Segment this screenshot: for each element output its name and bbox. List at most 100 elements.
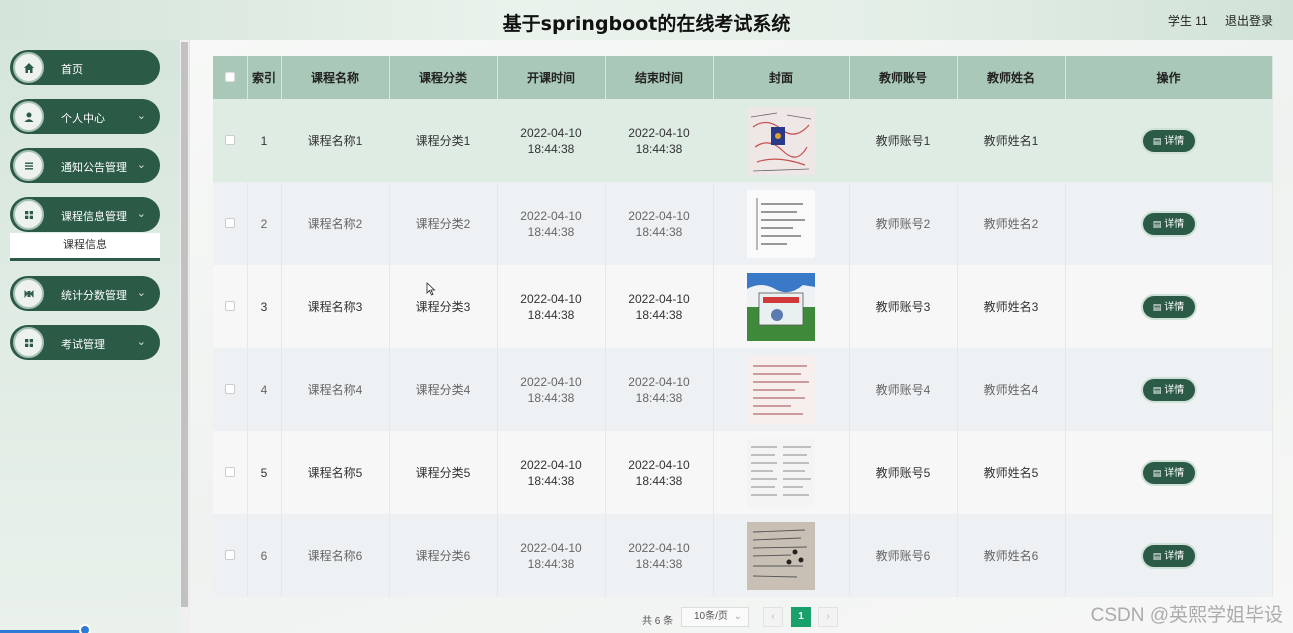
cover-image — [747, 521, 815, 590]
column-header-account[interactable]: 教师账号 — [849, 56, 958, 99]
row-checkbox[interactable] — [224, 466, 235, 477]
detail-button[interactable]: ▤ 详情 — [1142, 544, 1195, 567]
column-header-action: 操作 — [1065, 56, 1273, 99]
row-checkbox[interactable] — [224, 300, 235, 311]
sidebar-scrollbar[interactable] — [180, 40, 189, 633]
cell-index: 4 — [247, 348, 282, 431]
sidebar-item-label: 统计分数管理 — [61, 290, 127, 302]
cell-teacher: 教师姓名2 — [957, 182, 1066, 265]
column-header-end[interactable]: 结束时间 — [605, 56, 714, 99]
cover-image — [747, 438, 815, 507]
table-row[interactable]: 3 课程名称3 课程分类3 2022-04-10 18:44:38 2022-0… — [213, 265, 1273, 348]
top-bar: 基于springboot的在线考试系统 学生 11 退出登录 — [0, 0, 1293, 40]
column-header-category[interactable]: 课程分类 — [389, 56, 498, 99]
row-checkbox[interactable] — [224, 383, 235, 394]
cell-index: 5 — [247, 431, 282, 514]
select-all-cell[interactable] — [213, 56, 248, 99]
scrollbar-thumb[interactable] — [181, 42, 188, 607]
cell-cover — [713, 348, 850, 431]
mouse-cursor-icon — [426, 282, 436, 296]
home-icon — [13, 52, 44, 83]
sidebar-item-home[interactable]: 首页 — [10, 50, 160, 85]
page-number-current[interactable]: 1 — [791, 607, 811, 627]
sidebar-item-label: 通知公告管理 — [61, 162, 127, 174]
logout-link[interactable]: 退出登录 — [1225, 14, 1273, 28]
sidebar-item-label: 考试管理 — [61, 339, 105, 351]
detail-button[interactable]: ▤ 详情 — [1142, 378, 1195, 401]
cell-action: ▤ 详情 — [1065, 265, 1273, 348]
cell-category: 课程分类5 — [389, 431, 498, 514]
cell-end: 2022-04-10 18:44:38 — [605, 348, 714, 431]
cell-account: 教师账号2 — [849, 182, 958, 265]
table-row[interactable]: 2 课程名称2 课程分类2 2022-04-10 18:44:38 2022-0… — [213, 182, 1273, 265]
sidebar-item-notice[interactable]: 通知公告管理 ⌄ — [10, 148, 160, 183]
app-title: 基于springboot的在线考试系统 — [502, 13, 791, 35]
detail-button[interactable]: ▤ 详情 — [1142, 461, 1195, 484]
cell-category: 课程分类1 — [389, 99, 498, 182]
row-checkbox[interactable] — [224, 217, 235, 228]
cell-start: 2022-04-10 18:44:38 — [497, 265, 606, 348]
main-content: 索引 课程名称 课程分类 开课时间 结束时间 封面 教师账号 教师姓名 操作 1… — [190, 40, 1293, 633]
chevron-down-icon: ⌄ — [136, 208, 146, 220]
submenu-item-course-info[interactable]: 课程信息 — [10, 233, 160, 261]
cell-cover — [713, 265, 850, 348]
detail-button-label: 详情 — [1164, 218, 1185, 230]
detail-button-label: 详情 — [1164, 467, 1185, 479]
detail-button[interactable]: ▤ 详情 — [1142, 295, 1195, 318]
cell-cover — [713, 99, 850, 182]
sidebar-item-exam[interactable]: 考试管理 ⌄ — [10, 325, 160, 360]
list-icon — [13, 150, 44, 181]
document-icon: ▤ — [1152, 550, 1162, 561]
sidebar-progress-handle[interactable] — [79, 624, 91, 633]
chevron-down-icon: ⌄ — [136, 110, 146, 122]
document-icon: ▤ — [1152, 467, 1162, 478]
watermark-text: CSDN @英熙学姐毕设 — [1090, 605, 1283, 626]
table-row[interactable]: 1 课程名称1 课程分类1 2022-04-10 18:44:38 2022-0… — [213, 99, 1273, 182]
column-header-name[interactable]: 课程名称 — [281, 56, 390, 99]
column-header-teacher[interactable]: 教师姓名 — [957, 56, 1066, 99]
cover-image — [747, 272, 815, 341]
prev-page-button[interactable]: ‹ — [763, 607, 783, 627]
next-page-button[interactable]: › — [818, 607, 838, 627]
detail-button[interactable]: ▤ 详情 — [1142, 129, 1195, 152]
user-icon — [13, 101, 44, 132]
table-row[interactable]: 4 课程名称4 课程分类4 2022-04-10 18:44:38 2022-0… — [213, 348, 1273, 431]
table-row[interactable]: 5 课程名称5 课程分类5 2022-04-10 18:44:38 2022-0… — [213, 431, 1273, 514]
column-header-start[interactable]: 开课时间 — [497, 56, 606, 99]
page-size-select[interactable]: 10条/页 ⌄ — [681, 607, 749, 627]
cell-name: 课程名称1 — [281, 99, 390, 182]
grid-icon — [13, 199, 44, 230]
cover-image — [747, 355, 815, 424]
cell-index: 3 — [247, 265, 282, 348]
row-checkbox[interactable] — [224, 134, 235, 145]
cover-image — [747, 189, 815, 258]
cell-teacher: 教师姓名4 — [957, 348, 1066, 431]
sidebar-item-score[interactable]: 统计分数管理 ⌄ — [10, 276, 160, 311]
chevron-down-icon: ⌄ — [136, 336, 146, 348]
cell-action: ▤ 详情 — [1065, 182, 1273, 265]
cell-name: 课程名称3 — [281, 265, 390, 348]
user-info: 学生 11 退出登录 — [1154, 12, 1273, 29]
grid-icon — [13, 327, 44, 358]
detail-button-label: 详情 — [1164, 135, 1185, 147]
detail-button-label: 详情 — [1164, 384, 1185, 396]
column-header-cover: 封面 — [713, 56, 850, 99]
cell-cover — [713, 182, 850, 265]
table-row[interactable]: 6 课程名称6 课程分类6 2022-04-10 18:44:38 2022-0… — [213, 514, 1273, 597]
cell-account: 教师账号6 — [849, 514, 958, 597]
cell-name: 课程名称5 — [281, 431, 390, 514]
cell-index: 6 — [247, 514, 282, 597]
cell-end: 2022-04-10 18:44:38 — [605, 265, 714, 348]
row-checkbox[interactable] — [224, 549, 235, 560]
cell-action: ▤ 详情 — [1065, 514, 1273, 597]
sidebar-item-profile[interactable]: 个人中心 ⌄ — [10, 99, 160, 134]
detail-button[interactable]: ▤ 详情 — [1142, 212, 1195, 235]
cell-index: 1 — [247, 99, 282, 182]
select-all-checkbox[interactable] — [224, 71, 235, 82]
current-user[interactable]: 学生 11 — [1168, 14, 1208, 28]
sidebar-item-course[interactable]: 课程信息管理 ⌄ — [10, 197, 160, 232]
chevron-down-icon: ⌄ — [136, 159, 146, 171]
cell-start: 2022-04-10 18:44:38 — [497, 99, 606, 182]
cell-account: 教师账号3 — [849, 265, 958, 348]
column-header-index[interactable]: 索引 — [247, 56, 282, 99]
